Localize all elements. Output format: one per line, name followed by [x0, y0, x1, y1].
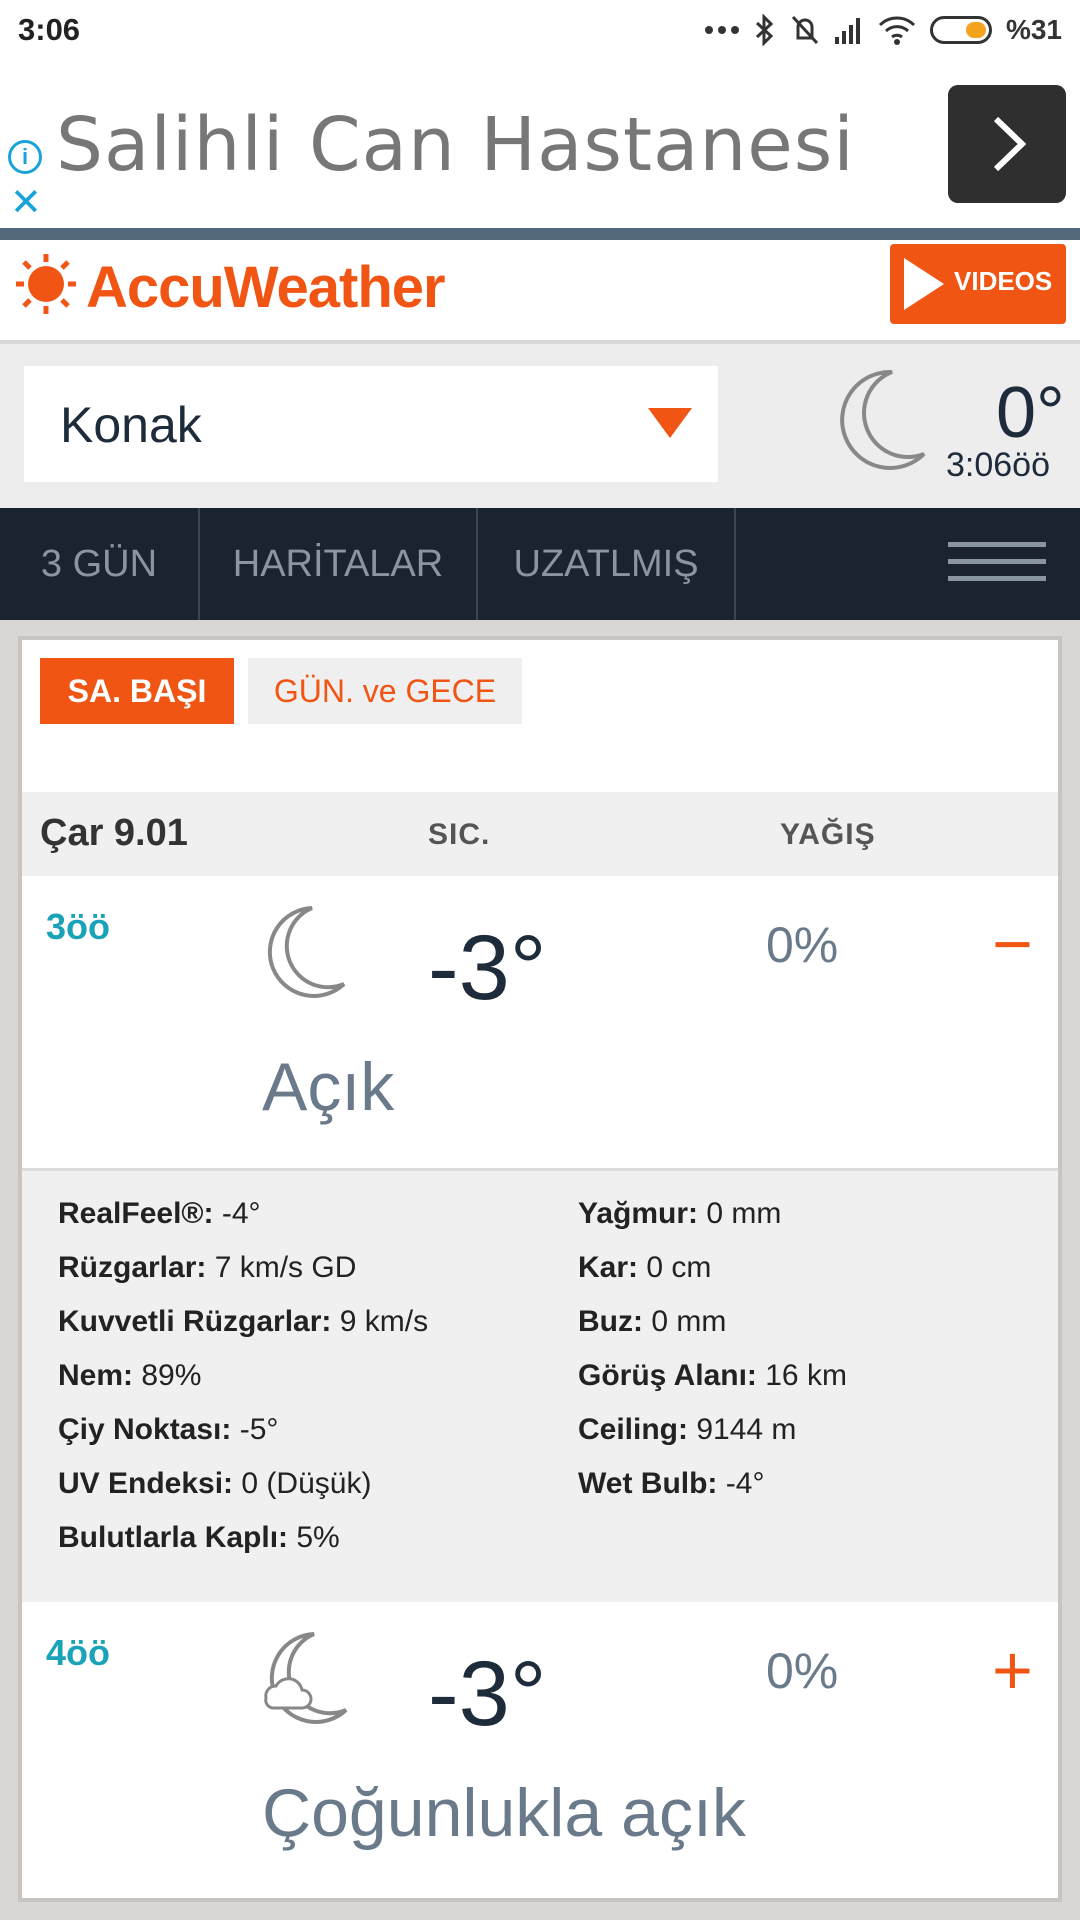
hour-row[interactable]: 4öö -3° 0% + Çoğunlukla açık: [22, 1602, 1058, 1892]
status-time: 3:06: [18, 12, 81, 47]
detail-realfeel: RealFeel®: -4°: [58, 1197, 261, 1230]
ad-banner[interactable]: i ✕ Salihli Can Hastanesi: [0, 62, 1080, 228]
ad-info-icon[interactable]: i: [8, 140, 42, 174]
detail-wet-bulb: Wet Bulb: -4°: [578, 1467, 765, 1500]
hamburger-menu-icon[interactable]: [948, 542, 1046, 593]
hour-details: RealFeel®: -4° Rüzgarlar: 7 km/s GD Kuvv…: [22, 1168, 1058, 1602]
detail-winds: Rüzgarlar: 7 km/s GD: [58, 1251, 357, 1284]
hour-row[interactable]: 3öö -3° 0% − Açık: [22, 876, 1058, 1166]
detail-dew-point: Çiy Noktası: -5°: [58, 1413, 279, 1446]
brand-row: AccuWeather VIDEOS: [0, 240, 1080, 340]
hour-temperature: -3°: [428, 1643, 547, 1745]
detail-uv-index: UV Endeksi: 0 (Düşük): [58, 1467, 372, 1500]
moon-icon: [267, 906, 346, 998]
detail-cloud-cover: Bulutlarla Kaplı: 5%: [58, 1521, 340, 1554]
tab-maps[interactable]: HARİTALAR: [200, 508, 478, 620]
more-dots-icon: [704, 26, 739, 34]
videos-button[interactable]: VIDEOS: [890, 244, 1066, 324]
table-temp-header: SIC.: [428, 818, 491, 851]
main-nav: 3 GÜN HARİTALAR UZATLMIŞ: [0, 508, 1080, 620]
sun-logo-icon: [16, 254, 76, 314]
tab-day-night[interactable]: GÜN. ve GECE: [248, 658, 522, 724]
status-bar: 3:06 %31: [0, 0, 1080, 62]
detail-rain: Yağmur: 0 mm: [578, 1197, 782, 1230]
hour-label: 4öö: [46, 1632, 111, 1673]
battery-percent: %31: [1005, 14, 1062, 45]
battery-icon: [929, 16, 992, 44]
ad-close-icon[interactable]: ✕: [10, 180, 42, 225]
hour-precipitation: 0%: [766, 917, 839, 973]
table-header: Çar 9.01 SIC. YAĞIŞ: [22, 792, 1058, 876]
location-select[interactable]: Konak: [24, 366, 718, 482]
wifi-icon: [878, 16, 916, 45]
videos-label: VIDEOS: [954, 266, 1053, 296]
table-precip-header: YAĞIŞ: [780, 818, 876, 851]
moon-cloud-icon: [264, 1632, 348, 1724]
details-left: RealFeel®: -4° Rüzgarlar: 7 km/s GD Kuvv…: [58, 1197, 428, 1575]
detail-ice: Buz: 0 mm: [578, 1305, 727, 1338]
hour-precipitation: 0%: [766, 1643, 839, 1699]
forecast-card: SA. BAŞI GÜN. ve GECE Çar 9.01 SIC. YAĞI…: [18, 636, 1062, 1902]
bluetooth-icon: [755, 14, 774, 46]
hour-condition: Açık: [262, 1049, 395, 1125]
detail-gusts: Kuvvetli Rüzgarlar: 9 km/s: [58, 1305, 429, 1338]
mute-icon: [791, 15, 819, 45]
play-icon: [904, 258, 944, 310]
hour-label: 3öö: [46, 906, 111, 947]
ad-open-button[interactable]: [948, 85, 1066, 203]
collapse-icon[interactable]: −: [992, 904, 1033, 984]
hour-condition: Çoğunlukla açık: [262, 1775, 746, 1851]
chevron-right-icon: [993, 116, 1027, 172]
location-name: Konak: [60, 397, 202, 453]
table-date: Çar 9.01: [40, 812, 188, 854]
detail-visibility: Görüş Alanı: 16 km: [578, 1359, 847, 1392]
tab-3-days[interactable]: 3 GÜN: [0, 508, 200, 620]
detail-ceiling: Ceiling: 9144 m: [578, 1413, 797, 1446]
current-temperature: 0°: [996, 373, 1065, 453]
signal-icon: [834, 18, 860, 44]
dropdown-caret-icon: [648, 408, 692, 438]
status-icons: %31: [704, 10, 1062, 50]
current-time: 3:06öö: [946, 446, 1050, 484]
brand-logo[interactable]: AccuWeather: [86, 254, 446, 321]
detail-snow: Kar: 0 cm: [578, 1251, 712, 1284]
moon-icon: [840, 369, 926, 470]
tab-hourly[interactable]: SA. BAŞI: [40, 658, 234, 724]
hour-temperature: -3°: [428, 917, 547, 1019]
tab-extended[interactable]: UZATLMIŞ: [478, 508, 736, 620]
details-right: Yağmur: 0 mm Kar: 0 cm Buz: 0 mm Görüş A…: [578, 1197, 847, 1521]
location-row: Konak 0° 3:06öö: [0, 344, 1080, 508]
expand-icon[interactable]: +: [992, 1630, 1033, 1710]
ad-title[interactable]: Salihli Can Hastanesi: [56, 102, 855, 188]
detail-humidity: Nem: 89%: [58, 1359, 202, 1392]
